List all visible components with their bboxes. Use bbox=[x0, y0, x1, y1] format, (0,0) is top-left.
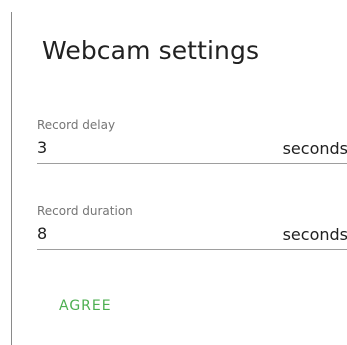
record-duration-input[interactable] bbox=[37, 224, 237, 243]
record-duration-underline bbox=[37, 249, 347, 250]
record-duration-label: Record duration bbox=[37, 204, 133, 218]
record-delay-label: Record delay bbox=[37, 118, 116, 132]
record-delay-field[interactable]: Record delay seconds bbox=[37, 118, 347, 170]
record-delay-suffix: seconds bbox=[282, 139, 347, 158]
record-duration-field[interactable]: Record duration seconds bbox=[37, 204, 347, 256]
record-delay-input[interactable] bbox=[37, 138, 237, 157]
record-delay-underline bbox=[37, 163, 347, 164]
record-duration-suffix: seconds bbox=[282, 225, 347, 244]
webcam-settings-dialog: Webcam settings Record delay seconds Rec… bbox=[11, 12, 347, 345]
agree-button[interactable]: AGREE bbox=[47, 292, 124, 320]
dialog-title: Webcam settings bbox=[42, 36, 260, 65]
